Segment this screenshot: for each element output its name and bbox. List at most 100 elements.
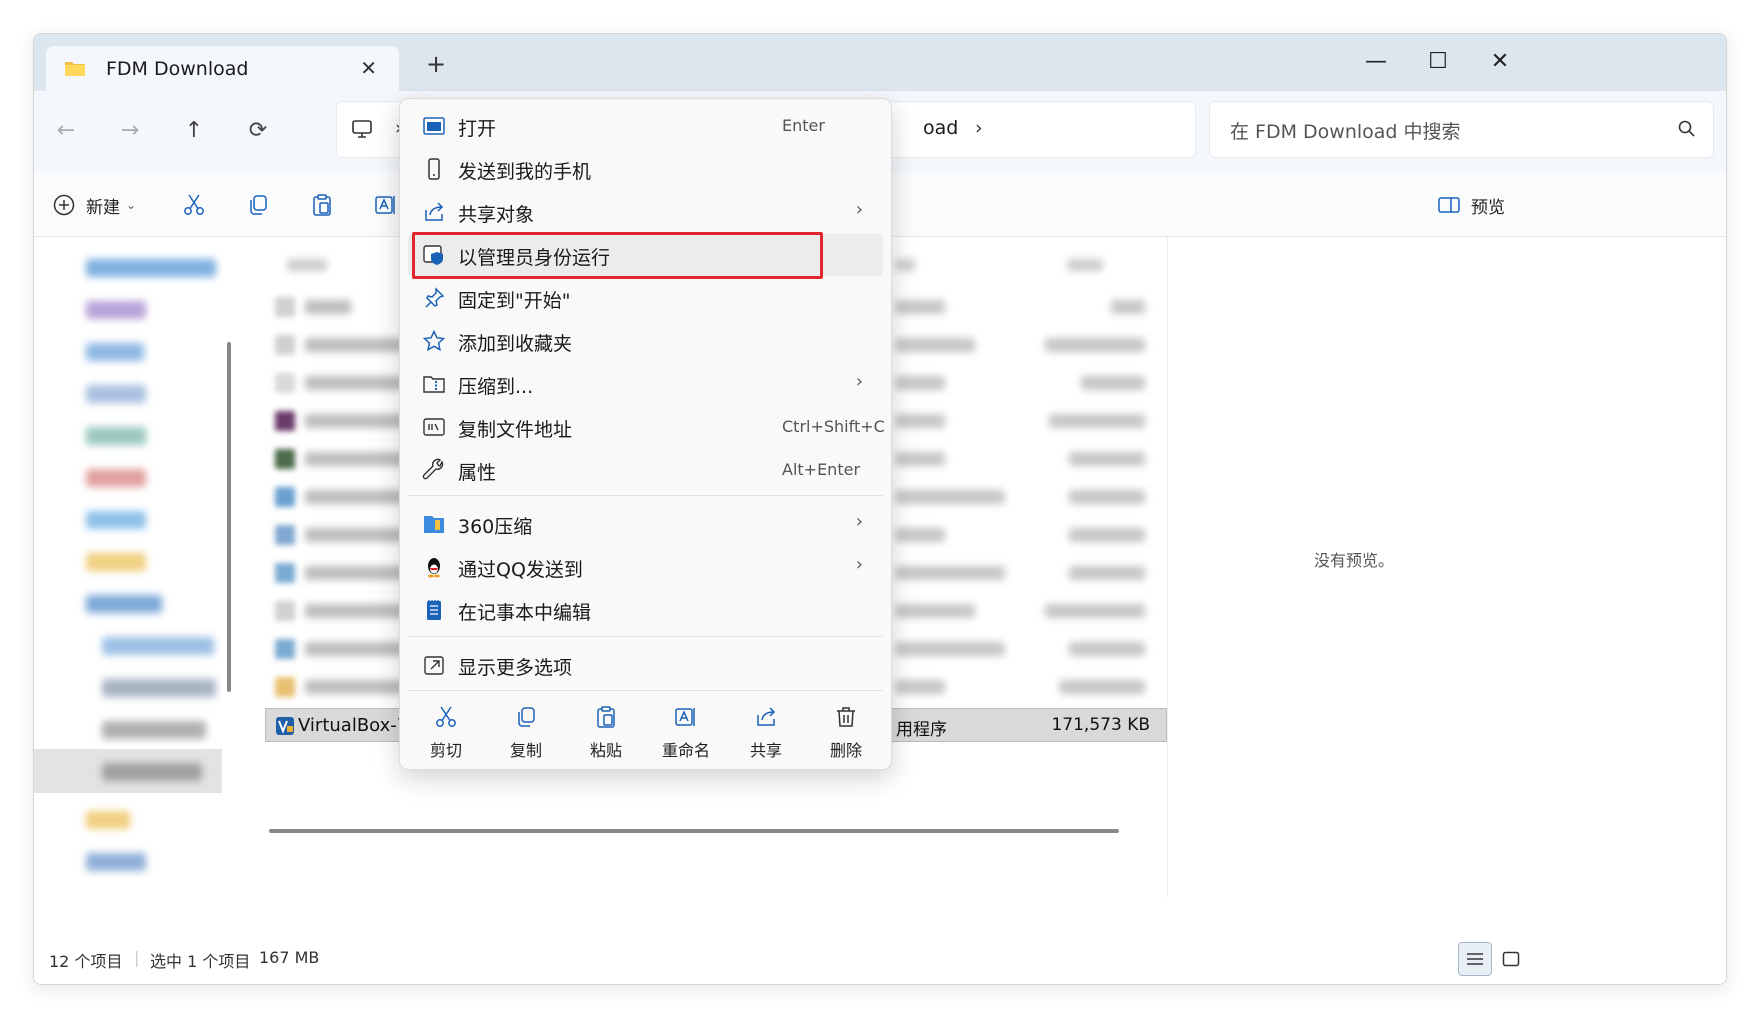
tab-close-icon[interactable]: ✕	[360, 56, 377, 80]
nav-scrollbar[interactable]	[227, 342, 231, 692]
nav-item[interactable]	[102, 637, 214, 655]
menu-item-label: 复制文件地址	[458, 419, 573, 441]
breadcrumb-chevron[interactable]: ›	[975, 117, 983, 139]
search-placeholder: 在 FDM Download 中搜索	[1230, 121, 1461, 143]
new-tab-button[interactable]: +	[426, 52, 446, 76]
search-box[interactable]: 在 FDM Download 中搜索	[1209, 101, 1714, 158]
back-button[interactable]: ←	[48, 113, 84, 149]
status-bar: 12 个项目 | 选中 1 个项目 167 MB	[34, 934, 1726, 984]
quick-action-cut[interactable]: 剪切	[406, 701, 486, 761]
menu-separator	[408, 690, 883, 691]
column-header-type[interactable]	[895, 259, 915, 271]
menu-item-send-to-phone[interactable]: 发送到我的手机	[408, 148, 883, 190]
new-label: 新建	[86, 197, 120, 218]
close-window-button[interactable]: ✕	[1470, 42, 1530, 82]
quick-action-delete[interactable]: 删除	[806, 701, 886, 761]
quick-action-paste[interactable]: 粘贴	[566, 701, 646, 761]
menu-item-label: 在记事本中编辑	[458, 602, 592, 624]
menu-item-add-to-favorites[interactable]: 添加到收藏夹	[408, 320, 883, 362]
menu-item-label: 添加到收藏夹	[458, 333, 573, 355]
menu-item-send-via-qq[interactable]: 通过QQ发送到 ›	[408, 546, 883, 588]
scissors-icon	[184, 194, 204, 215]
menu-item-label: 发送到我的手机	[458, 161, 592, 183]
rename-icon	[375, 196, 395, 214]
quick-action-share[interactable]: 共享	[726, 701, 806, 761]
star-icon	[422, 329, 446, 352]
quick-action-label: 共享	[749, 741, 782, 760]
nav-item[interactable]	[86, 511, 146, 529]
share-icon	[757, 707, 776, 726]
menu-item-pin-to-start[interactable]: 固定到"开始"	[408, 277, 883, 319]
menu-separator	[408, 495, 883, 496]
nav-item[interactable]	[86, 553, 146, 571]
nav-item[interactable]	[86, 595, 162, 613]
open-icon	[423, 117, 445, 135]
virtualbox-icon	[276, 717, 294, 735]
breadcrumb-current[interactable]: oad	[923, 117, 958, 139]
copy-icon	[518, 707, 535, 727]
wrench-icon	[422, 458, 444, 480]
menu-item-share-with[interactable]: 共享对象 ›	[408, 191, 883, 233]
quick-action-label: 重命名	[661, 741, 710, 760]
selected-file-type: 用程序	[896, 720, 947, 740]
menu-item-copy-as-path[interactable]: 复制文件地址 Ctrl+Shift+C	[408, 406, 885, 448]
nav-item[interactable]	[102, 763, 202, 781]
menu-item-compress-to[interactable]: 压缩到... ›	[408, 363, 883, 405]
submenu-arrow-icon: ›	[855, 554, 863, 575]
copy-toolbar-button[interactable]	[246, 189, 270, 221]
tab-fdm-download[interactable]: FDM Download ✕	[46, 46, 399, 91]
context-menu: 打开 Enter 发送到我的手机 共享对象 › 以管理员身份运行 固定到"开始"	[399, 98, 892, 770]
rename-toolbar-button[interactable]	[374, 189, 398, 221]
paste-toolbar-button[interactable]	[310, 189, 334, 221]
plus-circle-icon	[53, 194, 75, 216]
menu-item-show-more-options[interactable]: 显示更多选项	[408, 644, 883, 686]
preview-pane-icon	[1438, 197, 1460, 213]
qq-icon	[428, 558, 440, 578]
title-bar: FDM Download ✕ + — ☐ ✕	[34, 34, 1726, 91]
pin-icon	[425, 287, 445, 308]
column-header-name[interactable]	[287, 259, 327, 271]
nav-item[interactable]	[86, 853, 146, 871]
forward-button[interactable]: →	[112, 113, 148, 149]
nav-item[interactable]	[86, 811, 130, 829]
menu-item-open[interactable]: 打开 Enter	[408, 105, 883, 147]
status-divider: |	[134, 948, 140, 967]
rename-icon	[675, 708, 695, 726]
quick-action-label: 剪切	[429, 741, 462, 760]
preview-pane-button[interactable]: 预览	[1437, 189, 1505, 221]
new-button[interactable]: 新建 ⌄	[52, 189, 136, 221]
tiles-view-icon	[1502, 951, 1520, 967]
details-view-button[interactable]	[1458, 942, 1492, 976]
file-list-scrollbar[interactable]	[269, 829, 1119, 833]
search-icon	[1678, 120, 1695, 137]
tiles-view-button[interactable]	[1494, 942, 1528, 976]
menu-item-360-compress[interactable]: 360压缩 ›	[408, 503, 883, 545]
refresh-button[interactable]: ⟳	[240, 113, 276, 149]
nav-item[interactable]	[86, 469, 146, 487]
quick-action-rename[interactable]: 重命名	[646, 701, 726, 761]
cut-icon	[436, 706, 456, 727]
minimize-button[interactable]: —	[1346, 42, 1406, 82]
selection-size: 167 MB	[259, 948, 320, 967]
nav-item[interactable]	[86, 259, 216, 277]
nav-item[interactable]	[86, 343, 144, 361]
menu-item-edit-in-notepad[interactable]: 在记事本中编辑	[408, 589, 883, 631]
nav-item[interactable]	[102, 679, 216, 697]
selection-count: 选中 1 个项目	[150, 952, 251, 971]
nav-item[interactable]	[102, 721, 206, 739]
nav-item[interactable]	[86, 385, 146, 403]
quick-action-label: 删除	[829, 741, 862, 760]
navigation-pane[interactable]	[34, 237, 222, 897]
phone-icon	[428, 158, 440, 180]
cut-toolbar-button[interactable]	[182, 189, 206, 221]
maximize-button[interactable]: ☐	[1408, 42, 1468, 82]
nav-item[interactable]	[86, 427, 146, 445]
menu-item-properties[interactable]: 属性 Alt+Enter	[408, 449, 883, 491]
menu-item-shortcut: Enter	[782, 116, 825, 135]
highlight-box	[412, 232, 823, 279]
column-header-size[interactable]	[1067, 259, 1103, 271]
nav-item[interactable]	[86, 301, 146, 319]
quick-action-copy[interactable]: 复制	[486, 701, 566, 761]
up-button[interactable]: ↑	[176, 113, 212, 149]
this-pc-icon	[352, 120, 372, 138]
